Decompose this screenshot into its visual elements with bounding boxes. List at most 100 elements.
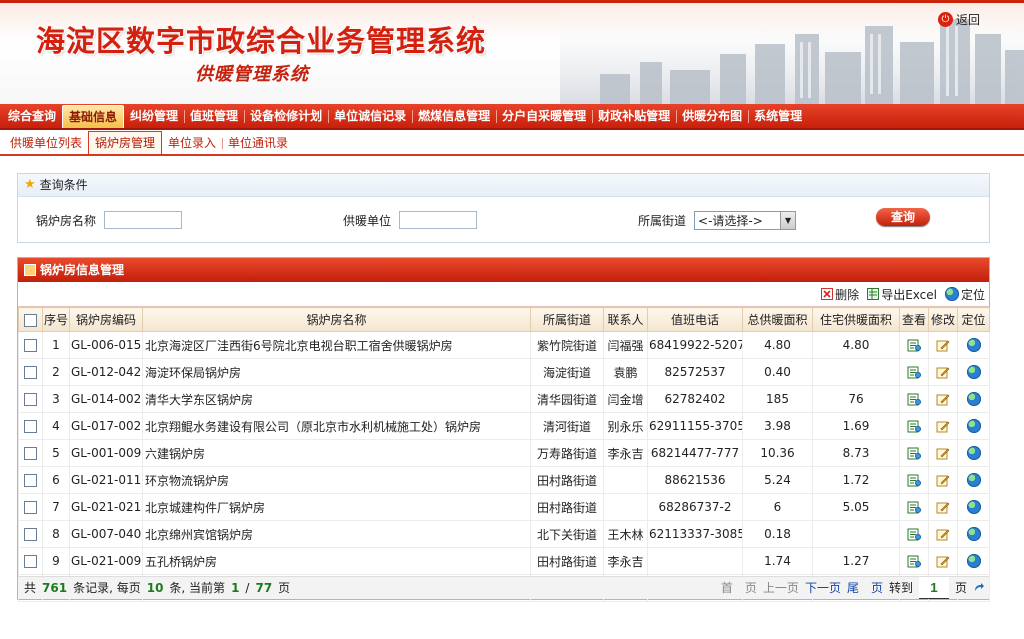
edit-icon[interactable] [936, 447, 950, 460]
globe-icon[interactable] [966, 500, 981, 515]
view-icon[interactable] [907, 366, 921, 379]
row-checkbox[interactable] [24, 447, 37, 460]
cell-residential: 76 [812, 385, 900, 413]
table-row: 5 GL-001-009 六建锅炉房 万寿路街道 李永吉 68214477-777 10.3… [18, 439, 990, 467]
query-panel: ★ 查询条件 锅炉房名称 供暖单位 所属街道 <-请选择-> ▼ 查询 [17, 173, 990, 243]
row-checkbox[interactable] [24, 474, 37, 487]
sub-nav-item[interactable]: 供暖单位列表 [4, 132, 88, 154]
main-nav-item[interactable]: 设备检修计划 [244, 104, 328, 128]
view-icon[interactable] [907, 555, 921, 568]
edit-icon[interactable] [936, 555, 950, 568]
cell-phone: 62782402 [647, 385, 743, 413]
main-nav-item[interactable]: 综合查询 [2, 104, 62, 128]
main-nav-item[interactable]: 系统管理 [748, 104, 808, 128]
globe-icon[interactable] [966, 527, 981, 542]
select-all-checkbox[interactable] [24, 313, 37, 327]
prev-page-link[interactable]: 上一页 [763, 577, 799, 599]
edit-icon[interactable] [936, 393, 950, 406]
column-header: 锅炉房编码 [69, 307, 143, 332]
cell-code: GL-017-002 [69, 412, 143, 440]
main-nav-item[interactable]: 供暖分布图 [676, 104, 748, 128]
records-per-page-text: 条记录, 每页 [73, 581, 141, 595]
app-subtitle: 供暖管理系统 [195, 64, 309, 85]
edit-icon[interactable] [936, 366, 950, 379]
export-excel-button[interactable]: 导出Excel [867, 286, 937, 303]
edit-icon[interactable] [936, 501, 950, 514]
sub-nav: 供暖单位列表 锅炉房管理 单位录入 单位通讯录 [0, 130, 1024, 156]
column-header: 修改 [928, 307, 958, 332]
cell-street: 清华园街道 [530, 385, 604, 413]
current-page: 1 [231, 581, 240, 595]
return-button[interactable]: ⏻ 返回 [937, 11, 980, 28]
last-page-link[interactable]: 尾 页 [847, 577, 883, 599]
globe-icon[interactable] [966, 473, 981, 488]
view-icon[interactable] [907, 339, 921, 352]
sub-nav-item[interactable]: 锅炉房管理 [88, 131, 163, 154]
view-icon[interactable] [907, 474, 921, 487]
column-header: 总供暖面积 [742, 307, 813, 332]
row-checkbox[interactable] [24, 501, 37, 514]
cell-street: 北下关街道 [530, 520, 604, 548]
sub-nav-item[interactable]: 单位通讯录 [222, 132, 294, 154]
sub-nav-item[interactable]: 单位录入 [162, 132, 222, 154]
view-icon[interactable] [907, 420, 921, 433]
view-icon[interactable] [907, 528, 921, 541]
view-icon[interactable] [907, 501, 921, 514]
next-page-link[interactable]: 下一页 [805, 577, 841, 599]
main-nav-item[interactable]: 财政补贴管理 [592, 104, 676, 128]
locate-button[interactable]: 定位 [944, 286, 985, 303]
cell-street: 田村路街道 [530, 493, 604, 521]
row-checkbox[interactable] [24, 420, 37, 433]
delete-button[interactable]: 删除 [821, 286, 859, 303]
cell-name: 北京绵州宾馆锅炉房 [142, 520, 531, 548]
globe-icon[interactable] [966, 446, 981, 461]
edit-icon[interactable] [936, 420, 950, 433]
main-nav-item[interactable]: 单位诚信记录 [328, 104, 412, 128]
row-checkbox[interactable] [24, 366, 37, 379]
locate-cell [957, 331, 990, 359]
unit-label: 供暖单位 [343, 213, 392, 228]
globe-icon[interactable] [966, 554, 981, 569]
row-checkbox[interactable] [24, 528, 37, 541]
edit-cell [928, 547, 958, 575]
boiler-name-input[interactable] [104, 211, 183, 229]
globe-icon[interactable] [966, 338, 981, 353]
goto-page-input[interactable] [918, 577, 949, 599]
boiler-table: 序号 锅炉房编码 锅炉房名称 所属街道 联系人 值班电话 总供暖面积 住宅供暖面积 查看 修改 定位… [18, 307, 990, 602]
app-header: 海淀区数字市政综合业务管理系统 供暖管理系统 ⏻ 返回 [0, 0, 1024, 104]
globe-icon[interactable] [966, 419, 981, 434]
globe-icon[interactable] [966, 365, 981, 380]
view-icon[interactable] [907, 393, 921, 406]
results-panel-header: 锅炉房信息管理 [18, 258, 989, 282]
cell-phone: 62911155-3705 [647, 412, 743, 440]
view-icon[interactable] [907, 447, 921, 460]
row-select-cell [18, 493, 43, 521]
locate-cell [957, 358, 990, 386]
edit-icon[interactable] [936, 339, 950, 352]
cell-total: 0.18 [742, 520, 813, 548]
row-checkbox[interactable] [24, 393, 37, 406]
globe-icon[interactable] [966, 392, 981, 407]
street-select[interactable]: <-请选择-> ▼ [694, 211, 797, 230]
main-nav-item[interactable]: 燃煤信息管理 [412, 104, 496, 128]
unit-filter: 供暖单位 [343, 211, 478, 229]
edit-icon[interactable] [936, 528, 950, 541]
app-title: 海淀区数字市政综合业务管理系统 [36, 24, 487, 58]
row-select-cell [18, 412, 43, 440]
goto-arrow-icon[interactable] [973, 582, 985, 594]
cell-residential: 1.72 [812, 466, 900, 494]
edit-cell [928, 520, 958, 548]
main-nav-item[interactable]: 值班管理 [184, 104, 244, 128]
row-checkbox[interactable] [24, 339, 37, 352]
row-checkbox[interactable] [24, 555, 37, 568]
main-nav-item[interactable]: 分户自采暖管理 [496, 104, 592, 128]
query-button[interactable]: 查询 [876, 208, 930, 226]
first-page-link[interactable]: 首 页 [721, 577, 757, 599]
main-nav-item[interactable]: 纠纷管理 [124, 104, 184, 128]
edit-icon[interactable] [936, 474, 950, 487]
pagination-bar: 共 761 条记录, 每页 10 条, 当前第 1 / 77 页 首 页 上一页… [18, 576, 989, 599]
main-nav: 综合查询 基础信息 纠纷管理 值班管理 设备检修计划 单位诚信记录 燃煤信息管理 分户自采暖管… [0, 104, 1024, 130]
main-nav-item[interactable]: 基础信息 [62, 105, 125, 128]
unit-input[interactable] [399, 211, 478, 229]
edit-cell [928, 331, 958, 359]
